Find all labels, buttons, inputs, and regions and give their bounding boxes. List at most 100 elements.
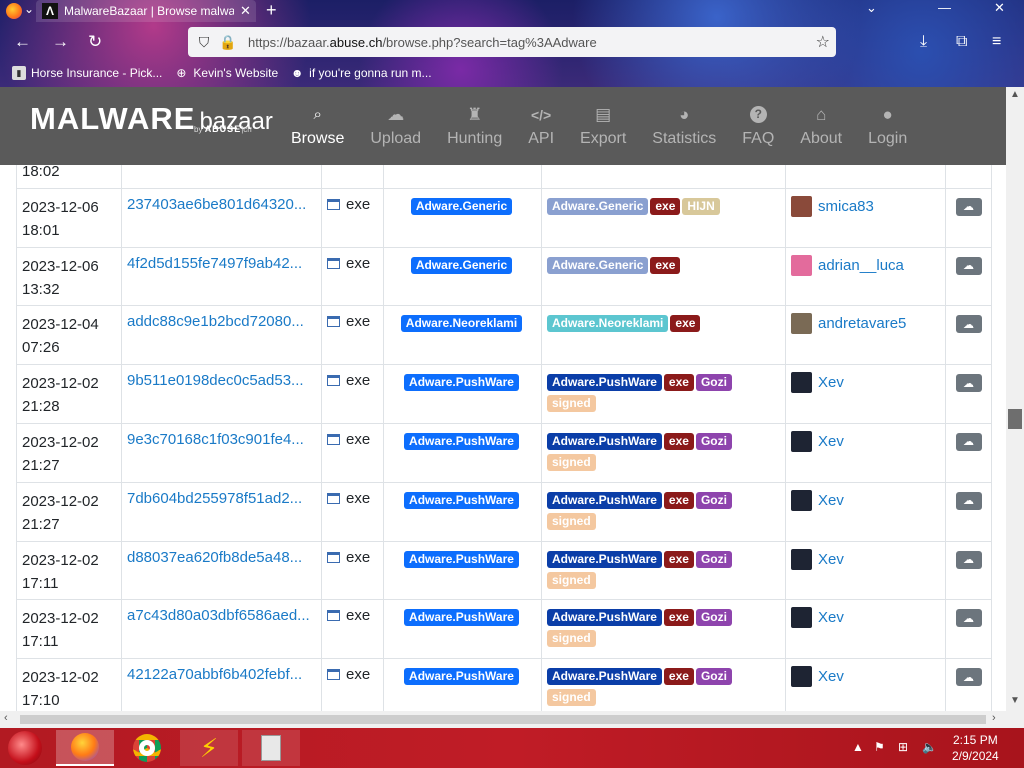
tag-badge[interactable]: exe — [663, 668, 694, 686]
tag-badge[interactable]: Gozi — [695, 491, 732, 509]
cloud-download-icon[interactable]: ☁ — [955, 609, 982, 628]
sha256-link[interactable]: addc88c9e1b2bcd72080... — [127, 313, 304, 330]
scroll-right-arrow-icon[interactable]: › — [992, 712, 996, 724]
tag-badge[interactable]: Gozi — [695, 668, 732, 686]
sha256-link[interactable]: d88037ea620fb8de5a48... — [127, 549, 302, 566]
signature-badge[interactable]: Adware.PushWare — [404, 668, 519, 686]
taskbar-file-app[interactable] — [242, 730, 300, 766]
tag-badge[interactable]: signed — [547, 689, 596, 707]
tag-badge[interactable]: signed — [547, 395, 596, 413]
reporter-link[interactable]: smica83 — [818, 198, 874, 215]
menu-browse[interactable]: ⌕ Browse — [278, 87, 357, 165]
reporter-link[interactable]: andretavare5 — [818, 315, 906, 332]
tag-badge[interactable]: exe — [663, 491, 694, 509]
tag-badge[interactable]: signed — [547, 630, 596, 648]
signature-badge[interactable]: Adware.PushWare — [404, 432, 519, 450]
horizontal-scroll-thumb[interactable] — [20, 715, 986, 724]
taskbar-firefox[interactable] — [56, 730, 114, 766]
signature-badge[interactable]: Adware.PushWare — [404, 491, 519, 509]
cloud-download-icon[interactable]: ☁ — [955, 315, 982, 334]
menu-about[interactable]: ⌂ About — [787, 87, 855, 165]
tag-badge[interactable]: signed — [547, 512, 596, 530]
reporter-link[interactable]: Xev — [818, 668, 844, 685]
tag-badge[interactable]: Gozi — [695, 550, 732, 568]
reload-icon[interactable]: ↻ — [88, 32, 102, 52]
shield-icon[interactable]: ⛉ — [196, 34, 212, 50]
tab-malwarebazaar[interactable]: Λ MalwareBazaar | Browse malwa ✕ — [36, 0, 256, 22]
bookmark-star-icon[interactable]: ☆ — [816, 32, 830, 52]
tag-badge[interactable]: signed — [547, 453, 596, 471]
signature-badge[interactable]: Adware.PushWare — [404, 550, 519, 568]
tag-badge[interactable]: exe — [670, 315, 701, 333]
start-button[interactable] — [8, 731, 42, 765]
signature-badge[interactable]: Adware.PushWare — [404, 609, 519, 627]
tag-badge[interactable]: Adware.PushWare — [547, 432, 662, 450]
menu-api[interactable]: </> API — [515, 87, 567, 165]
system-clock[interactable]: 2:15 PM 2/9/2024 — [952, 732, 999, 764]
bookmark-if-youre-gonna-run[interactable]: ☻ if you're gonna run m... — [290, 66, 432, 80]
menu-export[interactable]: ▤ Export — [567, 87, 639, 165]
signature-badge[interactable]: Adware.PushWare — [404, 374, 519, 392]
action-center-flag-icon[interactable]: ⚑ — [874, 740, 885, 754]
taskbar-chrome[interactable] — [118, 730, 176, 766]
extensions-icon[interactable]: ⧉ — [956, 33, 967, 51]
reporter-link[interactable]: Xev — [818, 492, 844, 509]
tag-badge[interactable]: Adware.Neoreklami — [547, 315, 669, 333]
tag-badge[interactable]: exe — [663, 550, 694, 568]
cloud-download-icon[interactable]: ☁ — [955, 550, 982, 569]
reporter-link[interactable]: adrian__luca — [818, 257, 904, 274]
volume-muted-icon[interactable]: 🔈 — [922, 740, 937, 754]
downloads-icon[interactable]: ⤓ — [920, 33, 927, 51]
list-all-tabs-chevron-icon[interactable]: ⌄ — [866, 0, 877, 16]
scroll-down-arrow-icon[interactable]: ▼ — [1010, 695, 1020, 706]
reporter-link[interactable]: Xev — [818, 551, 844, 568]
tag-badge[interactable]: Adware.PushWare — [547, 374, 662, 392]
tag-badge[interactable]: exe — [663, 609, 694, 627]
tag-badge[interactable]: Adware.PushWare — [547, 491, 662, 509]
sha256-link[interactable]: 9b511e0198dec0c5ad53... — [127, 372, 304, 389]
show-hidden-icons-chevron-icon[interactable]: ▲ — [852, 740, 864, 754]
lock-icon[interactable]: 🔒 — [219, 34, 236, 50]
sha256-link[interactable]: 9e3c70168c1f03c901fe4... — [127, 431, 304, 448]
hamburger-menu-icon[interactable]: ≡ — [992, 33, 1001, 51]
menu-upload[interactable]: ☁ Upload — [357, 87, 434, 165]
signature-badge[interactable]: Adware.Generic — [410, 197, 513, 215]
scroll-up-arrow-icon[interactable]: ▲ — [1010, 89, 1020, 100]
address-bar[interactable]: ⛉ 🔒 https://bazaar.abuse.ch/browse.php?s… — [188, 27, 836, 57]
tag-badge[interactable]: Gozi — [695, 609, 732, 627]
menu-hunting[interactable]: ♜ Hunting — [434, 87, 515, 165]
scroll-left-arrow-icon[interactable]: ‹ — [4, 712, 8, 724]
vertical-scroll-thumb[interactable] — [1008, 409, 1022, 429]
close-tab-icon[interactable]: ✕ — [240, 3, 251, 19]
cloud-download-icon[interactable]: ☁ — [955, 256, 982, 275]
taskbar-lightning-app[interactable]: ⚡ — [180, 730, 238, 766]
tag-badge[interactable]: HIJN — [682, 197, 720, 215]
sha256-link[interactable]: 237403ae6be801d64320... — [127, 196, 306, 213]
sha256-link[interactable]: 7db604bd255978f51ad2... — [127, 490, 302, 507]
tag-badge[interactable]: Adware.Generic — [547, 197, 649, 215]
tag-badge[interactable]: exe — [650, 197, 681, 215]
cloud-download-icon[interactable]: ☁ — [955, 491, 982, 510]
signature-badge[interactable]: Adware.Generic — [410, 256, 513, 274]
bookmark-kevins-website[interactable]: ⊕ Kevin's Website — [174, 66, 278, 80]
tag-badge[interactable]: Adware.Generic — [547, 256, 649, 274]
menu-faq[interactable]: ? FAQ — [729, 87, 787, 165]
new-tab-plus-icon[interactable]: + — [266, 0, 277, 21]
tag-badge[interactable]: Gozi — [695, 432, 732, 450]
menu-login[interactable]: ● Login — [855, 87, 920, 165]
firefox-menu-icon[interactable] — [6, 3, 22, 19]
sha256-link[interactable]: 42122a70abbf6b402febf... — [127, 666, 302, 683]
vertical-scrollbar[interactable]: ▲ ▼ — [1006, 87, 1024, 711]
sha256-link[interactable]: a7c43d80a03dbf6586aed... — [127, 607, 310, 624]
tag-badge[interactable]: exe — [663, 374, 694, 392]
reporter-link[interactable]: Xev — [818, 433, 844, 450]
bookmark-horse-insurance[interactable]: ▮ Horse Insurance - Pick... — [12, 66, 162, 80]
back-arrow-icon[interactable]: ← — [14, 32, 31, 52]
reporter-link[interactable]: Xev — [818, 374, 844, 391]
tab-list-chevron-icon[interactable]: ⌄ — [24, 2, 34, 16]
tag-badge[interactable]: signed — [547, 571, 596, 589]
forward-arrow-icon[interactable]: → — [52, 32, 69, 52]
tag-badge[interactable]: Adware.PushWare — [547, 550, 662, 568]
cloud-download-icon[interactable]: ☁ — [955, 668, 982, 687]
tag-badge[interactable]: Adware.PushWare — [547, 668, 662, 686]
